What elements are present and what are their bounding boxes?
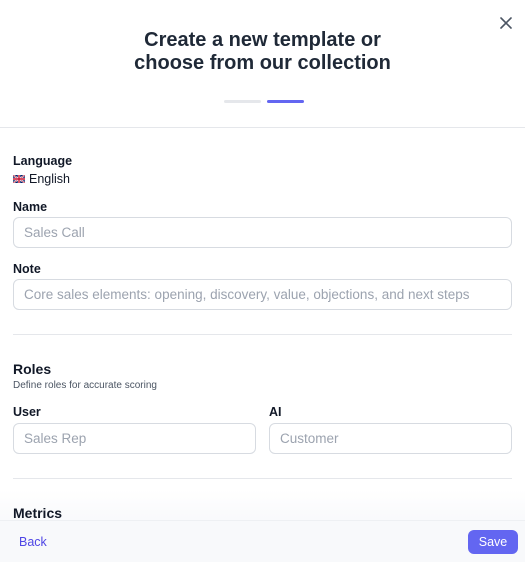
name-label: Name (13, 200, 48, 214)
metrics-title: Metrics (13, 505, 63, 521)
save-button[interactable]: Save (468, 530, 518, 554)
section-divider (13, 478, 512, 479)
step-2-indicator (267, 100, 304, 103)
language-value: English (13, 172, 70, 186)
step-indicator (224, 100, 304, 103)
create-template-dialog: Create a new template or choose from our… (0, 0, 525, 562)
roles-subtitle: Define roles for accurate scoring (13, 380, 157, 391)
user-role-label: User (13, 405, 41, 419)
step-1-indicator (224, 100, 261, 103)
dialog-title: Create a new template or choose from our… (0, 29, 525, 75)
note-input[interactable] (13, 279, 512, 310)
roles-title: Roles (13, 361, 52, 377)
dialog-title-line-2: choose from our collection (134, 52, 391, 74)
ai-role-label: AI (269, 405, 282, 419)
name-input[interactable] (13, 217, 512, 248)
dialog-footer (0, 520, 525, 562)
user-role-input[interactable] (13, 423, 256, 454)
dialog-title-line-1: Create a new template or (144, 29, 381, 51)
back-button[interactable]: Back (19, 535, 47, 549)
language-label: Language (13, 154, 73, 168)
language-value-text: English (29, 172, 70, 186)
uk-flag-icon (13, 175, 25, 183)
section-divider (13, 334, 512, 335)
note-label: Note (13, 262, 41, 276)
scroll-fade (0, 490, 525, 520)
header-divider (0, 127, 525, 128)
ai-role-input[interactable] (269, 423, 512, 454)
close-icon (500, 17, 512, 29)
